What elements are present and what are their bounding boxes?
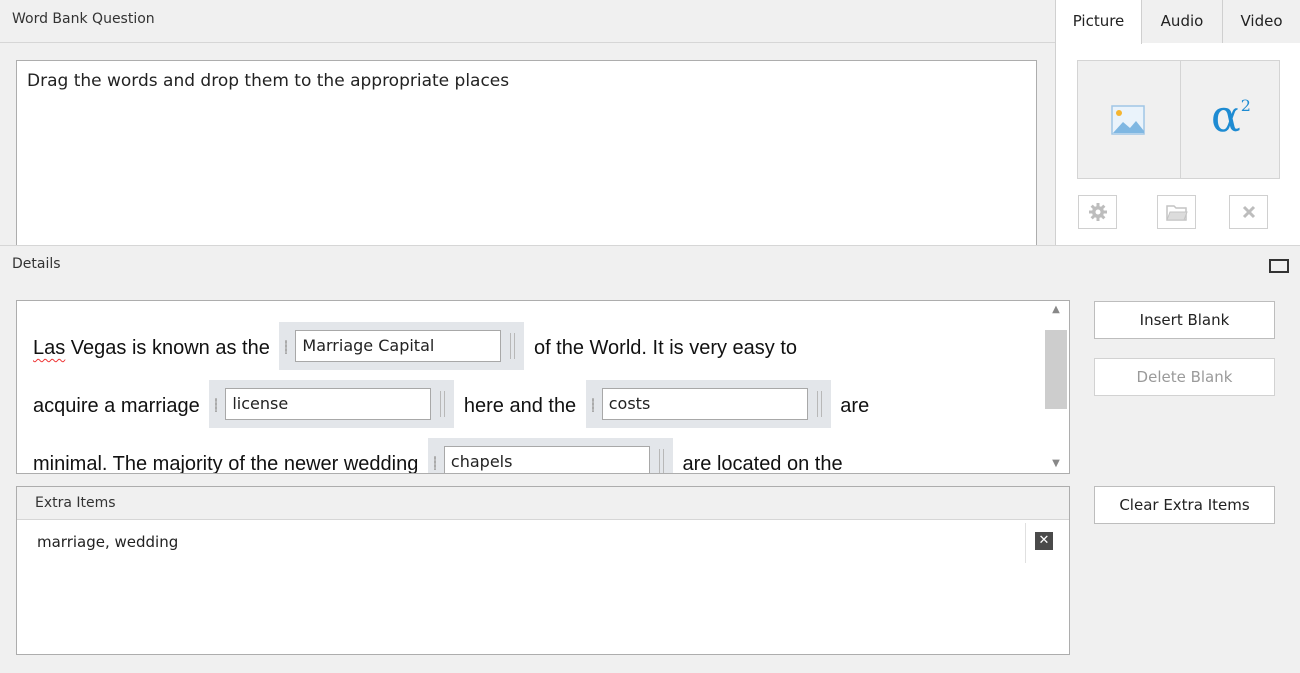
resize-handle-icon[interactable] (510, 332, 516, 359)
blank-slot[interactable]: license (209, 379, 455, 428)
drag-handle-icon[interactable] (591, 397, 594, 412)
tab-picture-label: Picture (1072, 12, 1125, 30)
question-text: Drag the words and drop them to the appr… (27, 71, 510, 91)
delete-blank-button[interactable]: Delete Blank (1094, 358, 1275, 396)
passage-text-run: of the World. It is very easy to (528, 337, 798, 359)
scroll-thumb[interactable] (1045, 330, 1067, 409)
extra-items-panel: Extra Items marriage, wedding ✕ (16, 486, 1070, 655)
question-header: Word Bank Question (0, 0, 1055, 43)
formula-icon: α2 (1211, 91, 1251, 142)
drag-handle-icon[interactable] (433, 455, 436, 470)
passage-editor[interactable]: Las Vegas is known as the Marriage Capit… (16, 300, 1070, 474)
blank-slot[interactable]: chapels (427, 437, 673, 473)
blank-slot[interactable]: costs (585, 379, 831, 428)
media-insert-area: α2 (1077, 60, 1280, 179)
drag-handle-icon[interactable] (285, 339, 288, 354)
scroll-down-icon[interactable]: ▼ (1043, 455, 1069, 473)
media-tabs: Picture Audio Video (1056, 0, 1300, 44)
tab-video-label: Video (1240, 12, 1283, 30)
media-open-button[interactable] (1157, 195, 1196, 229)
maximize-icon[interactable] (1269, 259, 1289, 273)
close-icon (1242, 205, 1255, 219)
extra-items-separator (1025, 523, 1026, 563)
details-panel: Las Vegas is known as the Marriage Capit… (0, 284, 1300, 673)
tab-audio-label: Audio (1160, 12, 1204, 30)
folder-icon (1165, 205, 1188, 221)
media-settings-button[interactable] (1078, 195, 1117, 229)
blank-slot[interactable]: Marriage Capital (279, 321, 525, 370)
passage-text-run: minimal. The majority of the newer weddi… (33, 453, 424, 474)
passage-text-run: acquire a marriage (33, 395, 206, 417)
passage-text: Las Vegas is known as the Marriage Capit… (33, 319, 1041, 474)
media-delete-button[interactable] (1229, 195, 1268, 229)
details-header-label: Details (12, 256, 61, 272)
insert-image-button[interactable] (1078, 61, 1179, 178)
passage-line: Las Vegas is known as the Marriage Capit… (33, 319, 1041, 377)
tab-picture[interactable]: Picture (1056, 0, 1142, 44)
scroll-up-icon[interactable]: ▲ (1043, 301, 1069, 319)
passage-text-run: are located on the (676, 453, 843, 474)
gear-icon (1088, 203, 1107, 221)
blank-input[interactable]: license (225, 387, 432, 420)
question-panel: Drag the words and drop them to the appr… (0, 43, 1055, 269)
media-panel: Picture Audio Video α2 (1056, 0, 1300, 245)
insert-formula-button[interactable]: α2 (1181, 61, 1282, 178)
image-icon (1111, 105, 1145, 135)
blank-input[interactable]: costs (601, 387, 808, 420)
extra-items-header-label: Extra Items (35, 495, 116, 511)
details-header: Details (0, 245, 1300, 284)
passage-text-run: here and the (458, 395, 582, 417)
misspelled-word: Las (33, 337, 66, 359)
blank-input[interactable]: chapels (443, 445, 650, 473)
blank-input[interactable]: Marriage Capital (295, 329, 502, 362)
passage-text-run: Vegas is known as the (65, 337, 276, 359)
tab-audio[interactable]: Audio (1142, 0, 1223, 43)
clear-extra-items-button[interactable]: Clear Extra Items (1094, 486, 1275, 524)
passage-text-run: are (834, 395, 870, 417)
drag-handle-icon[interactable] (215, 397, 218, 412)
extra-items-value[interactable]: marriage, wedding (37, 533, 178, 551)
resize-handle-icon[interactable] (440, 390, 446, 417)
question-header-label: Word Bank Question (12, 11, 155, 27)
editor-scrollbar[interactable]: ▲ ▼ (1043, 301, 1069, 473)
tab-video[interactable]: Video (1223, 0, 1300, 43)
close-icon[interactable]: ✕ (1035, 532, 1053, 550)
insert-blank-button[interactable]: Insert Blank (1094, 301, 1275, 339)
resize-handle-icon[interactable] (658, 448, 664, 473)
passage-line: acquire a marriage license here and the … (33, 377, 1041, 435)
question-text-field[interactable]: Drag the words and drop them to the appr… (16, 60, 1037, 269)
extra-items-header: Extra Items (17, 487, 1069, 520)
resize-handle-icon[interactable] (816, 390, 822, 417)
passage-line: minimal. The majority of the newer weddi… (33, 435, 1041, 474)
